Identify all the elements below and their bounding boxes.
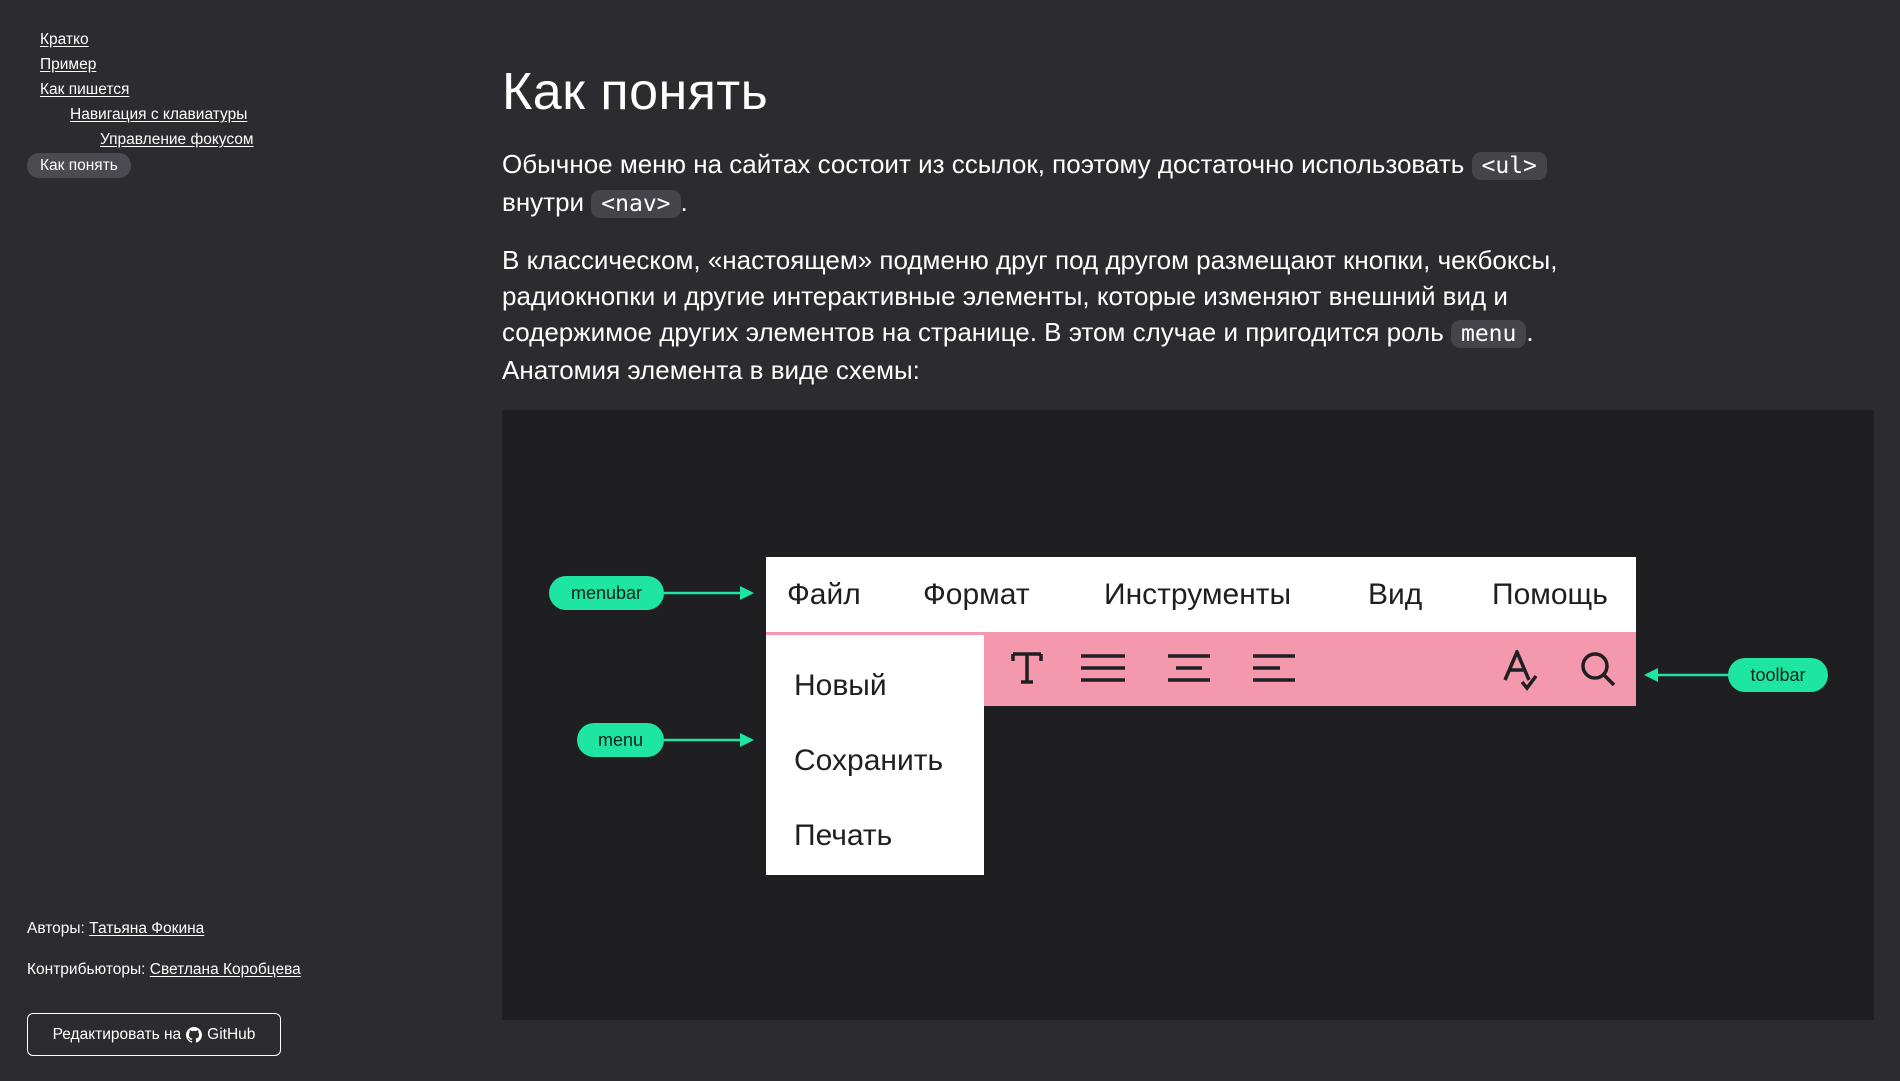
edit-on-github-button[interactable]: Редактировать на GitHub (27, 1013, 281, 1056)
authors-label: Авторы: (27, 920, 85, 937)
code-menu: menu (1450, 320, 1527, 348)
menubar-arrow-icon (664, 586, 754, 600)
menubar-item-tools: Инструменты (1104, 578, 1292, 611)
menu-item-print: Печать (794, 819, 893, 852)
paragraph-1-text-a: Обычное меню на сайтах состоит из ссылок… (502, 149, 1472, 179)
paragraph-1: Обычное меню на сайтах состоит из ссылок… (502, 146, 1662, 222)
toc-link-kak-ponyat[interactable]: Как понять (27, 153, 131, 178)
menubar-item-view: Вид (1368, 578, 1423, 611)
toc-link-kak-pishetsya[interactable]: Как пишется (27, 77, 447, 102)
align-center-icon (1168, 654, 1210, 682)
edit-label: Редактировать на (52, 1025, 182, 1043)
paragraph-2-text-c: Анатомия элемента в виде схемы: (502, 355, 920, 385)
menu-anatomy-diagram: Файл Формат Инструменты Вид Помощь Новый… (502, 410, 1874, 1020)
paragraph-1-text-c: . (680, 187, 688, 217)
menu-item-save: Сохранить (794, 744, 944, 777)
contributor-link[interactable]: Светлана Коробцева (150, 961, 301, 978)
diagram-menubar: Файл Формат Инструменты Вид Помощь (766, 557, 1636, 632)
sidebar-footer: Авторы: Татьяна Фокина Контрибьюторы: Св… (27, 914, 447, 996)
diagram-menu: Новый Сохранить Печать (766, 635, 984, 875)
contributors-row: Контрибьюторы: Светлана Коробцева (27, 955, 447, 996)
code-ul: <ul> (1471, 152, 1547, 180)
spellcheck-icon (1503, 650, 1538, 691)
github-icon (186, 1026, 203, 1043)
code-nav: <nav> (591, 190, 681, 218)
menubar-item-help: Помощь (1492, 578, 1608, 611)
paragraph-2-text-a: В классическом, «настоящем» подменю друг… (502, 245, 1558, 347)
authors-row: Авторы: Татьяна Фокина (27, 914, 447, 955)
paragraph-2: В классическом, «настоящем» подменю друг… (502, 242, 1662, 388)
contributors-label: Контрибьюторы: (27, 961, 146, 978)
table-of-contents: Кратко Пример Как пишется Навигация с кл… (27, 27, 447, 178)
article: Как понять Обычное меню на сайтах состои… (502, 56, 1872, 388)
paragraph-2-text-b: . (1526, 317, 1534, 347)
toc-link-kratko[interactable]: Кратко (27, 27, 447, 52)
label-toolbar: toolbar (1728, 658, 1828, 692)
toc-link-navigation[interactable]: Навигация с клавиатуры (27, 102, 447, 127)
menu-item-new: Новый (794, 669, 887, 702)
edit-platform: GitHub (207, 1025, 256, 1043)
text-format-icon (1011, 652, 1043, 684)
paragraph-1-text-b: внутри (502, 187, 592, 217)
toolbar-arrow-icon (1644, 668, 1734, 682)
toc-link-primer[interactable]: Пример (27, 52, 447, 77)
toc-link-focus[interactable]: Управление фокусом (27, 127, 447, 152)
page-title: Как понять (502, 63, 769, 121)
align-justify-icon (1081, 654, 1125, 682)
author-link[interactable]: Татьяна Фокина (89, 920, 204, 937)
label-menu: menu (577, 723, 664, 757)
menu-arrow-icon (664, 733, 754, 747)
label-menubar: menubar (549, 576, 664, 610)
menubar-item-format: Формат (923, 578, 1030, 611)
menubar-item-file: Файл (787, 578, 861, 611)
align-left-icon (1253, 654, 1295, 682)
search-icon (1581, 652, 1616, 687)
